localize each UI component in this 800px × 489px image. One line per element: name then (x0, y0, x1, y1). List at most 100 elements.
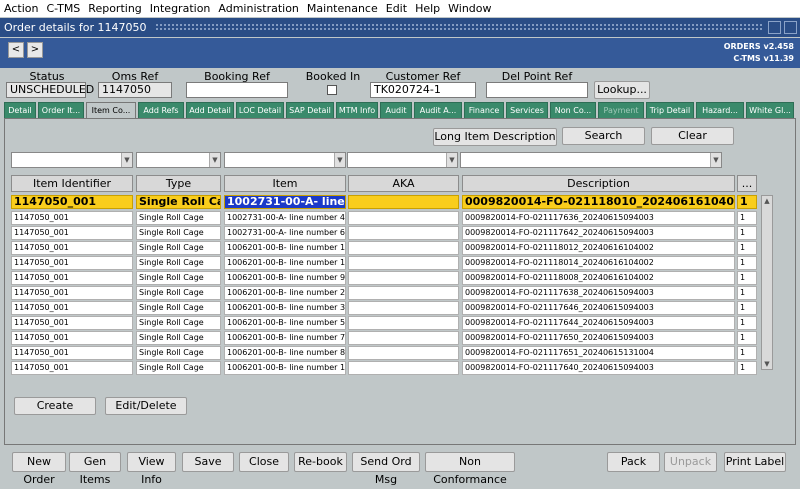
booking-ref-field[interactable] (186, 82, 288, 98)
lookup-button[interactable]: Lookup... (594, 81, 650, 99)
table-row[interactable]: 1147050_001 Single Roll Cage 1002731-00-… (11, 226, 759, 241)
cell-aka[interactable] (348, 226, 459, 240)
search-button[interactable]: Search (562, 127, 645, 145)
del-point-ref-field[interactable] (486, 82, 588, 98)
chevron-down-icon[interactable]: ▼ (710, 153, 721, 167)
cell-aka[interactable] (348, 286, 459, 300)
send-ord-msg-button[interactable]: Send Ord Msg (352, 452, 420, 486)
menu-maintenance[interactable]: Maintenance (307, 2, 378, 15)
cell-type[interactable]: Single Roll Cage (136, 195, 221, 209)
tab-audit[interactable]: Audit (380, 102, 412, 118)
tab-add-refs[interactable]: Add Refs (138, 102, 184, 118)
cell-item-identifier[interactable]: 1147050_001 (11, 286, 133, 300)
table-row[interactable]: 1147050_001 Single Roll Cage 1002731-00-… (11, 211, 759, 226)
cell-item-identifier[interactable]: 1147050_001 (11, 226, 133, 240)
pack-button[interactable]: Pack (607, 452, 660, 472)
filter-type[interactable]: ▼ (136, 152, 221, 168)
cell-quantity[interactable]: 1 (737, 211, 757, 225)
cell-item[interactable]: 1006201-00-B- line number 7 (224, 331, 346, 345)
tab-loc-detail[interactable]: LOC Detail (236, 102, 284, 118)
cell-description[interactable]: 0009820014-FO-021117644_20240615094003 (462, 316, 735, 330)
unpack-button[interactable]: Unpack (664, 452, 717, 472)
view-info-button[interactable]: View Info (127, 452, 176, 486)
cell-item-identifier[interactable]: 1147050_001 (11, 316, 133, 330)
cell-aka[interactable] (348, 195, 459, 209)
non-conformance-button[interactable]: Non Conformance (425, 452, 515, 486)
tab-payment[interactable]: Payment (598, 102, 644, 118)
filter-item[interactable]: ▼ (224, 152, 346, 168)
cell-item[interactable]: 1002731-00-A- line number 6 (224, 226, 346, 240)
tab-order-items[interactable]: Order It... (38, 102, 84, 118)
cell-item-identifier[interactable]: 1147050_001 (11, 256, 133, 270)
chevron-down-icon[interactable]: ▼ (446, 153, 457, 167)
tab-add-detail[interactable]: Add Detail (186, 102, 234, 118)
cell-aka[interactable] (348, 331, 459, 345)
gen-items-button[interactable]: Gen Items (69, 452, 121, 486)
cell-item[interactable]: 1006201-00-B- line number 8 (224, 346, 346, 360)
cell-type[interactable]: Single Roll Cage (136, 256, 221, 270)
cell-item-identifier[interactable]: 1147050_001 (11, 361, 133, 375)
cell-quantity[interactable]: 1 (737, 271, 757, 285)
save-button[interactable]: Save (182, 452, 234, 472)
maximize-icon[interactable] (784, 21, 797, 34)
table-row[interactable]: 1147050_001 Single Roll Cage 1006201-00-… (11, 331, 759, 346)
print-label-button[interactable]: Print Label (724, 452, 786, 472)
filter-item-identifier[interactable]: ▼ (11, 152, 133, 168)
cell-item[interactable]: 1006201-00-B- line number 12 (224, 256, 346, 270)
cell-item[interactable]: 1002731-00-A- line number 4 (224, 211, 346, 225)
cell-quantity[interactable]: 1 (737, 331, 757, 345)
cell-quantity[interactable]: 1 (737, 226, 757, 240)
cell-aka[interactable] (348, 301, 459, 315)
new-order-button[interactable]: New Order (12, 452, 66, 486)
column-header-more[interactable]: ... (737, 175, 757, 192)
cell-description[interactable]: 0009820014-FO-021118008_20240616104002 (462, 271, 735, 285)
booked-in-checkbox[interactable] (327, 85, 337, 95)
scroll-up-icon[interactable]: ▲ (762, 196, 772, 206)
cell-description[interactable]: 0009820014-FO-021117636_20240615094003 (462, 211, 735, 225)
cell-quantity[interactable]: 1 (737, 195, 757, 209)
cell-item-identifier[interactable]: 1147050_001 (11, 331, 133, 345)
cell-quantity[interactable]: 1 (737, 241, 757, 255)
tab-detail[interactable]: Detail (4, 102, 36, 118)
table-row[interactable]: 1147050_001 Single Roll Cage 1006201-00-… (11, 271, 759, 286)
scroll-down-icon[interactable]: ▼ (762, 359, 772, 369)
cell-description[interactable]: 0009820014-FO-021118010_20240616104002 (462, 195, 735, 209)
cell-item[interactable]: 1006201-00-B- line number 10 (224, 241, 346, 255)
column-header-aka[interactable]: AKA (348, 175, 459, 192)
re-book-button[interactable]: Re-book (294, 452, 347, 472)
column-header-description[interactable]: Description (462, 175, 735, 192)
cell-item[interactable]: 1006201-00-B- line number 3 (224, 301, 346, 315)
column-header-item[interactable]: Item (224, 175, 346, 192)
cell-quantity[interactable]: 1 (737, 361, 757, 375)
chevron-down-icon[interactable]: ▼ (121, 153, 132, 167)
cell-type[interactable]: Single Roll Cage (136, 241, 221, 255)
table-row[interactable]: 1147050_001 Single Roll Cage 1006201-00-… (11, 316, 759, 331)
cell-item[interactable]: 1006201-00-B- line number 5 (224, 316, 346, 330)
menu-action[interactable]: Action (4, 2, 38, 15)
cell-item[interactable]: 1006201-00-B- line number 2 (224, 286, 346, 300)
customer-ref-field[interactable]: TK020724-1 (370, 82, 476, 98)
cell-aka[interactable] (348, 361, 459, 375)
clear-button[interactable]: Clear (651, 127, 734, 145)
tab-hazard[interactable]: Hazard... (696, 102, 744, 118)
table-scrollbar[interactable]: ▲ ▼ (761, 195, 773, 370)
cell-type[interactable]: Single Roll Cage (136, 361, 221, 375)
close-button[interactable]: Close (239, 452, 289, 472)
filter-description[interactable]: ▼ (460, 152, 722, 168)
cell-item-identifier[interactable]: 1147050_001 (11, 301, 133, 315)
tab-trip-detail[interactable]: Trip Detail (646, 102, 694, 118)
filter-aka[interactable]: ▼ (347, 152, 458, 168)
tab-services[interactable]: Services (506, 102, 548, 118)
cell-quantity[interactable]: 1 (737, 286, 757, 300)
tab-mtm-info[interactable]: MTM Info (336, 102, 378, 118)
cell-type[interactable]: Single Roll Cage (136, 271, 221, 285)
cell-aka[interactable] (348, 211, 459, 225)
forward-button[interactable]: > (27, 42, 43, 58)
table-row[interactable]: 1147050_001 Single Roll Cage 1006201-00-… (11, 301, 759, 316)
menu-reporting[interactable]: Reporting (88, 2, 141, 15)
cell-description[interactable]: 0009820014-FO-021117640_20240615094003 (462, 361, 735, 375)
back-button[interactable]: < (8, 42, 24, 58)
menu-administration[interactable]: Administration (218, 2, 299, 15)
cell-aka[interactable] (348, 316, 459, 330)
tab-white-gl[interactable]: White Gl... (746, 102, 794, 118)
